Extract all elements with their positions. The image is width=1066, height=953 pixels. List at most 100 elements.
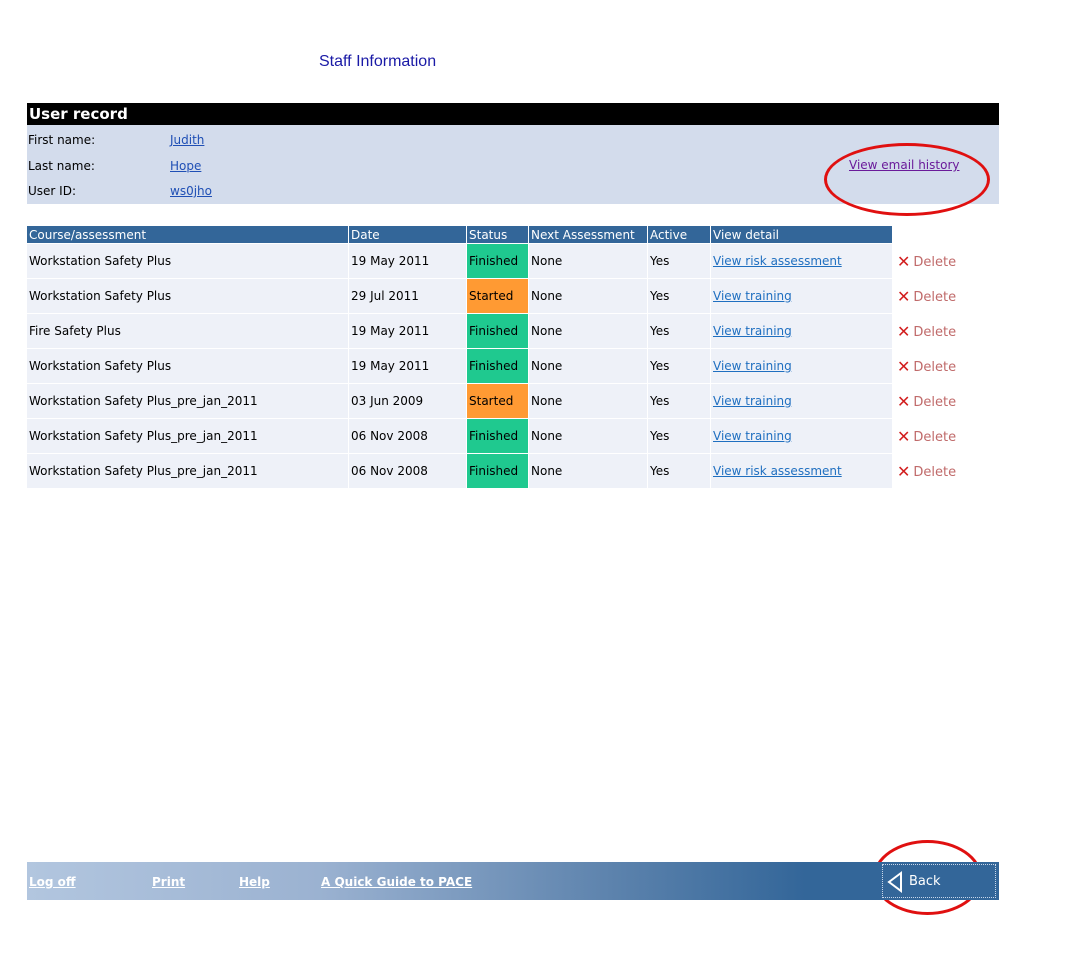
last-name-label: Last name: [28,159,95,173]
next-assessment-cell: None [529,279,647,313]
view-detail-link[interactable]: View training [713,394,792,408]
log-off-link[interactable]: Log off [29,875,76,889]
back-arrow-icon [887,871,902,893]
next-assessment-cell: None [529,454,647,488]
user-record-heading: User record [27,103,999,125]
delete-label: Delete [913,394,957,410]
view-detail-link[interactable]: View training [713,324,792,338]
first-name-link[interactable]: Judith [170,133,204,147]
course-cell: Workstation Safety Plus_pre_jan_2011 [27,419,348,453]
active-cell: Yes [648,384,710,418]
view-detail-link[interactable]: View training [713,359,792,373]
next-assessment-cell: None [529,244,647,278]
user-id-label: User ID: [28,184,76,198]
table-row: Workstation Safety Plus_pre_jan_2011 03 J… [27,384,987,418]
status-cell: Started [467,384,528,418]
delete-button[interactable]: ✕ Delete [893,349,987,383]
header-course: Course/assessment [27,226,348,243]
last-name-link[interactable]: Hope [170,159,201,173]
header-view-detail: View detail [711,226,892,243]
view-detail-cell: View risk assessment [711,244,892,278]
view-detail-link[interactable]: View training [713,289,792,303]
date-cell: 06 Nov 2008 [349,454,466,488]
view-detail-link[interactable]: View risk assessment [713,254,842,268]
first-name-row: First name: Judith [28,131,204,149]
view-detail-link[interactable]: View training [713,429,792,443]
help-link[interactable]: Help [239,875,270,889]
status-cell: Finished [467,454,528,488]
active-cell: Yes [648,349,710,383]
user-id-row: User ID: ws0jho [28,182,212,200]
delete-label: Delete [913,289,957,305]
quick-guide-link[interactable]: A Quick Guide to PACE [321,875,472,889]
active-cell: Yes [648,279,710,313]
delete-label: Delete [913,254,957,270]
user-record-panel: User record First name: Judith Last name:… [27,103,999,204]
header-active: Active [648,226,710,243]
table-row: Workstation Safety Plus_pre_jan_2011 06 N… [27,419,987,453]
date-cell: 19 May 2011 [349,244,466,278]
view-detail-cell: View risk assessment [711,454,892,488]
course-table: Course/assessment Date Status Next Asses… [26,225,988,489]
active-cell: Yes [648,454,710,488]
last-name-row: Last name: Hope [28,157,201,175]
view-detail-cell: View training [711,279,892,313]
page-title: Staff Information [319,53,437,70]
x-icon: ✕ [897,251,911,271]
status-cell: Started [467,279,528,313]
view-email-history-link[interactable]: View email history [849,158,959,172]
active-cell: Yes [648,419,710,453]
table-row: Workstation Safety Plus 29 Jul 2011 Starte… [27,279,987,313]
next-assessment-cell: None [529,349,647,383]
next-assessment-cell: None [529,314,647,348]
active-cell: Yes [648,244,710,278]
header-next-assessment: Next Assessment [529,226,647,243]
view-detail-cell: View training [711,349,892,383]
view-detail-cell: View training [711,419,892,453]
course-cell: Workstation Safety Plus_pre_jan_2011 [27,454,348,488]
table-row: Fire Safety Plus 19 May 2011 Finished None Y… [27,314,987,348]
status-cell: Finished [467,314,528,348]
x-icon: ✕ [897,461,911,481]
view-detail-cell: View training [711,384,892,418]
delete-button[interactable]: ✕ Delete [893,314,987,348]
date-cell: 06 Nov 2008 [349,419,466,453]
delete-button[interactable]: ✕ Delete [893,384,987,418]
view-detail-cell: View training [711,314,892,348]
next-assessment-cell: None [529,384,647,418]
date-cell: 29 Jul 2011 [349,279,466,313]
course-cell: Workstation Safety Plus [27,349,348,383]
table-row: Workstation Safety Plus 19 May 2011 Finish… [27,244,987,278]
delete-button[interactable]: ✕ Delete [893,279,987,313]
delete-button[interactable]: ✕ Delete [893,419,987,453]
user-id-link[interactable]: ws0jho [170,184,212,198]
x-icon: ✕ [897,391,911,411]
first-name-label: First name: [28,133,96,147]
status-cell: Finished [467,349,528,383]
delete-label: Delete [913,429,957,445]
status-cell: Finished [467,419,528,453]
delete-button[interactable]: ✕ Delete [893,244,987,278]
x-icon: ✕ [897,286,911,306]
date-cell: 03 Jun 2009 [349,384,466,418]
print-link[interactable]: Print [152,875,185,889]
back-label: Back [909,874,941,889]
table-row: Workstation Safety Plus 19 May 2011 Finish… [27,349,987,383]
delete-label: Delete [913,359,957,375]
header-blank [893,226,987,243]
delete-label: Delete [913,464,957,480]
course-cell: Workstation Safety Plus [27,244,348,278]
header-date: Date [349,226,466,243]
header-status: Status [467,226,528,243]
status-cell: Finished [467,244,528,278]
course-cell: Workstation Safety Plus [27,279,348,313]
view-detail-link[interactable]: View risk assessment [713,464,842,478]
x-icon: ✕ [897,356,911,376]
x-icon: ✕ [897,321,911,341]
date-cell: 19 May 2011 [349,349,466,383]
back-button[interactable]: Back [882,864,996,898]
active-cell: Yes [648,314,710,348]
next-assessment-cell: None [529,419,647,453]
course-cell: Workstation Safety Plus_pre_jan_2011 [27,384,348,418]
delete-button[interactable]: ✕ Delete [893,454,987,488]
